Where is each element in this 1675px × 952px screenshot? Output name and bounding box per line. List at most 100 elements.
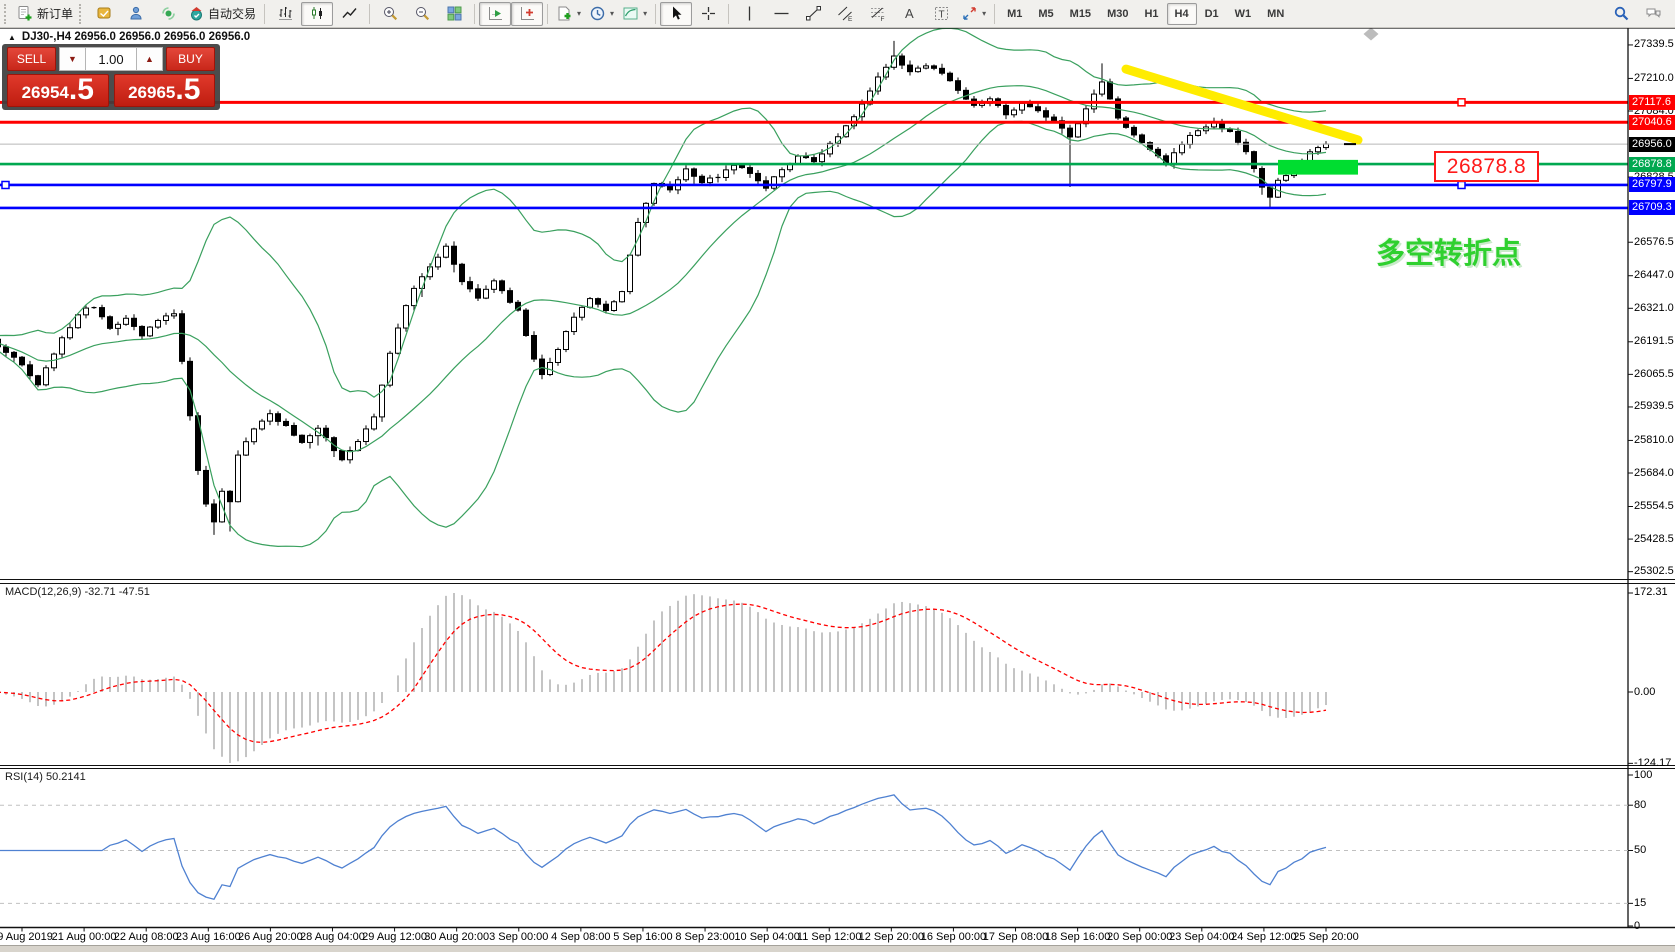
candle-body (1252, 152, 1257, 169)
chart-shift-button[interactable] (511, 2, 543, 26)
auto-trading-button[interactable]: 自动交易 (184, 2, 260, 26)
signals-button[interactable] (152, 2, 184, 26)
chart-canvas[interactable] (0, 0, 1675, 951)
channel-icon: E (837, 5, 854, 22)
tf-button-M30[interactable]: M30 (1099, 3, 1136, 25)
tf-button-H1[interactable]: H1 (1136, 3, 1166, 25)
fibonacci-tool-button[interactable]: F (861, 2, 893, 26)
green-highlight-zone[interactable] (1278, 160, 1358, 175)
candle-body (84, 308, 89, 315)
channel-tool-button[interactable]: E (829, 2, 861, 26)
arrows-tool-button[interactable]: ▾ (957, 2, 990, 26)
templates-button[interactable]: ▾ (618, 2, 651, 26)
candle-body (1036, 107, 1041, 111)
zoom-in-button[interactable] (374, 2, 406, 26)
toolbar: 新订单 自动交易 ▾ ▾ (0, 0, 1675, 28)
volume-stepper: ▼ 1.00 ▲ (59, 47, 163, 71)
tf-button-M1[interactable]: M1 (999, 3, 1030, 25)
svg-text:F: F (880, 16, 884, 22)
toolbar-separator (655, 4, 656, 24)
candle-body (292, 426, 297, 436)
candle-body (1180, 144, 1185, 152)
candle-body (908, 65, 913, 72)
candle-body (684, 169, 689, 180)
buy-button[interactable]: BUY (166, 47, 215, 71)
chart-title: ▲ DJ30-,H4 26956.0 26956.0 26956.0 26956… (8, 31, 250, 43)
sell-price-button[interactable]: 26954 .5 (7, 74, 109, 107)
candle-body (228, 491, 233, 501)
candle-body (796, 156, 801, 163)
tf-button-H4[interactable]: H4 (1167, 3, 1197, 25)
candle-body (500, 281, 505, 291)
label-tool-button[interactable]: T (925, 2, 957, 26)
gold-book-icon (96, 5, 113, 22)
clock-icon (589, 5, 606, 22)
indicators-button[interactable]: ▾ (552, 2, 585, 26)
text-tool-button[interactable]: A (893, 2, 925, 26)
candle-body (0, 339, 1, 347)
vertical-line-tool-button[interactable] (733, 2, 765, 26)
cursor-icon (668, 5, 685, 22)
price-callout-box[interactable]: 26878.8 (1434, 151, 1539, 182)
new-order-button[interactable]: 新订单 (13, 2, 77, 26)
horizontal-line-tool-button[interactable] (765, 2, 797, 26)
candle-body (724, 170, 729, 178)
candle-body (580, 307, 585, 317)
toolbar-separator (728, 4, 729, 24)
candle-body (236, 455, 241, 502)
candle-body (268, 414, 273, 421)
panel-collapse-arrow[interactable]: ▲ (8, 33, 16, 42)
tf-button-D1[interactable]: D1 (1197, 3, 1227, 25)
bar-chart-icon (277, 5, 294, 22)
cn-annotation-text[interactable]: 多空转折点 (1376, 230, 1521, 272)
community-chat-button[interactable] (1637, 2, 1669, 26)
candle-body (1276, 180, 1281, 197)
cursor-tool-button[interactable] (660, 2, 692, 26)
tf-button-MN[interactable]: MN (1259, 3, 1292, 25)
candle-body (1188, 135, 1193, 144)
candle-body (300, 435, 305, 442)
zoom-out-button[interactable] (406, 2, 438, 26)
search-button[interactable] (1605, 2, 1637, 26)
candle-body (1052, 117, 1057, 121)
chart-shift-marker[interactable] (1364, 28, 1379, 41)
dropdown-caret: ▾ (982, 9, 986, 18)
candle-body (924, 66, 929, 68)
yellow-trendline[interactable] (1126, 69, 1358, 140)
candle-body (1100, 82, 1105, 94)
line-anchor-marker[interactable] (1458, 99, 1465, 106)
bar-chart-mode-button[interactable] (269, 2, 301, 26)
candle-body (436, 257, 441, 267)
line-anchor-marker[interactable] (1458, 181, 1465, 188)
buy-price-button[interactable]: 26965 .5 (114, 74, 216, 107)
sell-button[interactable]: SELL (7, 47, 56, 71)
market-watch-button[interactable] (88, 2, 120, 26)
tf-button-M15[interactable]: M15 (1062, 3, 1099, 25)
candle-chart-mode-button[interactable] (301, 2, 333, 26)
candle-body (748, 168, 753, 174)
dropdown-caret: ▾ (610, 9, 614, 18)
periods-button[interactable]: ▾ (585, 2, 618, 26)
volume-increase-button[interactable]: ▲ (136, 47, 163, 71)
volume-decrease-button[interactable]: ▼ (59, 47, 86, 71)
line-chart-mode-button[interactable] (333, 2, 365, 26)
tf-button-W1[interactable]: W1 (1227, 3, 1260, 25)
trendline-tool-button[interactable] (797, 2, 829, 26)
volume-value: 1.00 (98, 52, 123, 67)
crosshair-tool-button[interactable] (692, 2, 724, 26)
candle-body (692, 169, 697, 176)
timeframe-bar: M1M5M15M30H1H4D1W1MN (999, 3, 1292, 25)
line-anchor-marker[interactable] (2, 181, 9, 188)
toolbar-grip (79, 4, 84, 24)
volume-input[interactable]: 1.00 (86, 47, 136, 71)
candle-body (164, 316, 169, 321)
candle-body (212, 504, 217, 522)
terminal-button[interactable] (120, 2, 152, 26)
mt4-window: { "toolbar": { "new_order": "新订单", "auto… (0, 0, 1675, 951)
svg-text:E: E (848, 16, 853, 22)
tf-button-M5[interactable]: M5 (1030, 3, 1061, 25)
candle-body (900, 56, 905, 65)
buy-label: BUY (178, 52, 203, 66)
auto-scroll-button[interactable] (479, 2, 511, 26)
tile-windows-button[interactable] (438, 2, 470, 26)
